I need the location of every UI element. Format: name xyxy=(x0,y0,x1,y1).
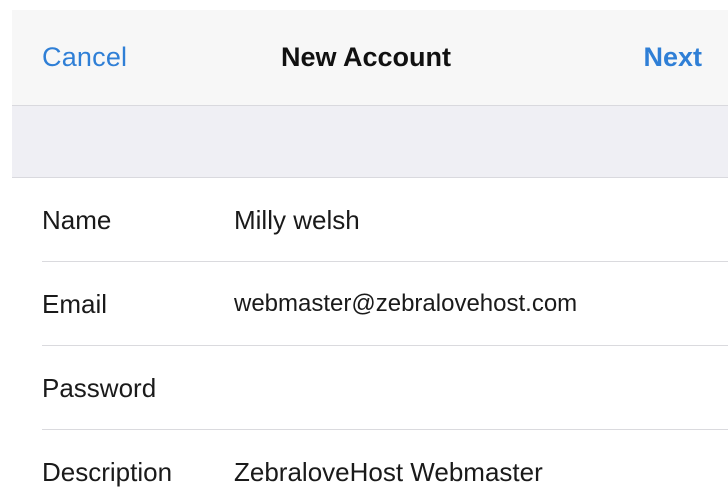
top-edge xyxy=(0,0,728,10)
email-field[interactable]: webmaster@zebralovehost.com xyxy=(234,290,577,318)
description-label: Description xyxy=(42,456,173,487)
email-label: Email xyxy=(42,288,108,319)
account-form: Name Milly welsh Email webmaster@zebralo… xyxy=(12,178,728,501)
next-button[interactable]: Next xyxy=(643,42,702,73)
new-account-screen: Cancel New Account Next Name Milly welsh… xyxy=(0,0,728,501)
name-row[interactable]: Name Milly welsh xyxy=(12,178,728,262)
password-row[interactable]: Password xyxy=(12,346,728,430)
email-row[interactable]: Email webmaster@zebralovehost.com xyxy=(12,262,728,346)
section-spacer xyxy=(12,106,728,178)
name-field[interactable]: Milly welsh xyxy=(234,205,360,236)
navigation-bar: Cancel New Account Next xyxy=(12,10,728,106)
name-label: Name xyxy=(42,204,112,235)
left-edge xyxy=(0,0,12,501)
cancel-button[interactable]: Cancel xyxy=(42,42,127,73)
description-row[interactable]: Description ZebraloveHost Webmaster xyxy=(12,430,728,501)
description-field[interactable]: ZebraloveHost Webmaster xyxy=(234,457,543,488)
password-label: Password xyxy=(42,372,157,403)
